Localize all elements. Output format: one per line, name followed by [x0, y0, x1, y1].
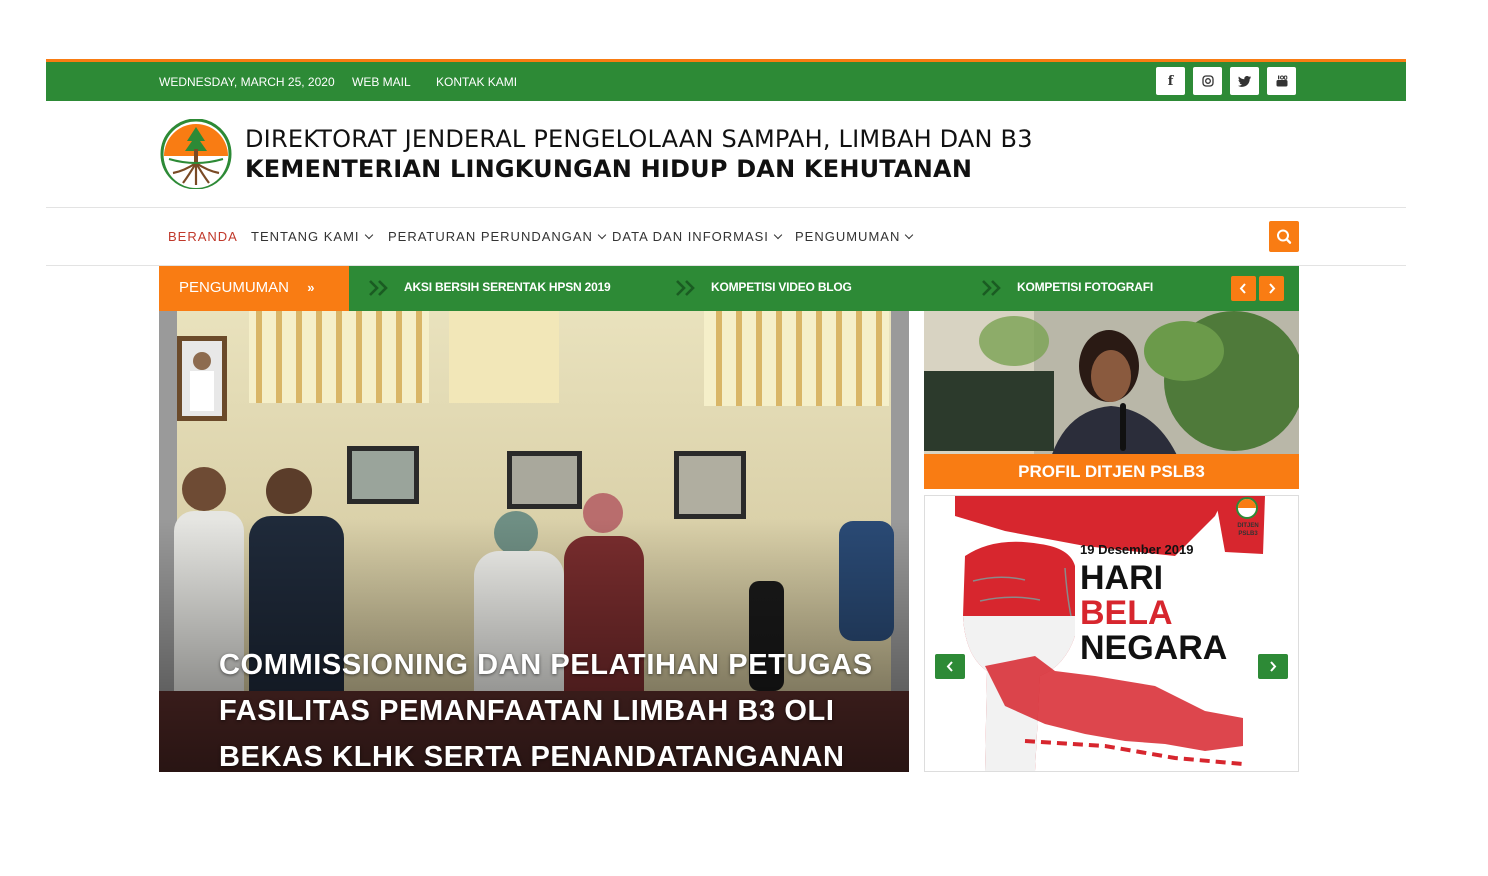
webmail-link[interactable]: WEB MAIL [352, 75, 411, 89]
kontak-kami-link[interactable]: KONTAK KAMI [436, 75, 517, 89]
site-title-line1: DIREKTORAT JENDERAL PENGELOLAAN SAMPAH, … [245, 125, 1033, 153]
nav-label: PENGUMUMAN [795, 229, 901, 244]
nav-label: DATA DAN INFORMASI [612, 229, 769, 244]
double-chevron-right-icon [982, 280, 1001, 296]
nav-peraturan-perundangan[interactable]: PERATURAN PERUNDANGAN [388, 229, 607, 244]
chevron-down-icon [364, 230, 373, 240]
search-button[interactable] [1269, 221, 1299, 252]
ticker-item[interactable]: AKSI BERSIH SERENTAK HPSN 2019 [404, 280, 611, 294]
chevron-left-icon [946, 661, 953, 672]
double-chevron-right-icon [676, 280, 695, 296]
banner-prev-button[interactable] [935, 654, 965, 679]
nav-beranda[interactable]: BERANDA [168, 229, 238, 244]
instagram-icon [1201, 75, 1214, 87]
chevron-down-icon [905, 230, 914, 240]
nav-pengumuman[interactable]: PENGUMUMAN [795, 229, 914, 244]
divider [46, 207, 1406, 208]
twitter-icon [1238, 75, 1251, 87]
current-date: WEDNESDAY, MARCH 25, 2020 [159, 75, 335, 89]
chevron-right-icon [1269, 283, 1276, 294]
ticker-item[interactable]: KOMPETISI VIDEO BLOG [711, 280, 852, 294]
youtube-button[interactable] [1267, 67, 1296, 95]
twitter-button[interactable] [1230, 67, 1259, 95]
ticker-label: PENGUMUMAN » [159, 266, 349, 311]
chevron-right-icon [1270, 661, 1277, 672]
ministry-logo[interactable] [159, 119, 233, 189]
profile-link[interactable]: PROFIL DITJEN PSLB3 [924, 454, 1299, 489]
banner-slider[interactable]: DITJEN PSLB3 19 Desember 2019 HARI BELA … [924, 495, 1299, 772]
banner-next-button[interactable] [1258, 654, 1288, 679]
facebook-icon: f [1167, 73, 1174, 89]
banner-logo-text: DITJEN PSLB3 [1237, 523, 1259, 537]
ticker-prev-button[interactable] [1231, 276, 1256, 301]
nav-label: TENTANG KAMI [251, 229, 360, 244]
ticker-next-button[interactable] [1259, 276, 1284, 301]
chevron-down-icon [773, 230, 783, 240]
double-chevron-right-icon [369, 280, 388, 296]
ticker-item[interactable]: KOMPETISI FOTOGRAFI [1017, 280, 1153, 294]
ticker-label-text: PENGUMUMAN [179, 279, 290, 296]
nav-data-dan-informasi[interactable]: DATA DAN INFORMASI [612, 229, 783, 244]
facebook-button[interactable]: f [1156, 67, 1185, 95]
banner-line-negara: NEGARA [1080, 629, 1228, 667]
nav-tentang-kami[interactable]: TENTANG KAMI [251, 229, 373, 244]
youtube-icon [1276, 75, 1287, 87]
banner-line-bela: BELA [1080, 594, 1173, 632]
banner-date: 19 Desember 2019 [1080, 542, 1194, 557]
site-title-line2: KEMENTERIAN LINGKUNGAN HIDUP DAN KEHUTAN… [245, 155, 973, 183]
instagram-button[interactable] [1193, 67, 1222, 95]
featured-headline[interactable]: COMMISSIONING DAN PELATIHAN PETUGAS FASI… [219, 642, 899, 780]
chevron-down-icon [597, 230, 607, 240]
search-icon [1277, 229, 1292, 244]
double-chevron-right-icon: » [307, 280, 315, 295]
banner-line-hari: HARI [1080, 559, 1164, 597]
chevron-left-icon [1239, 283, 1246, 294]
nav-label: PERATURAN PERUNDANGAN [388, 229, 593, 244]
